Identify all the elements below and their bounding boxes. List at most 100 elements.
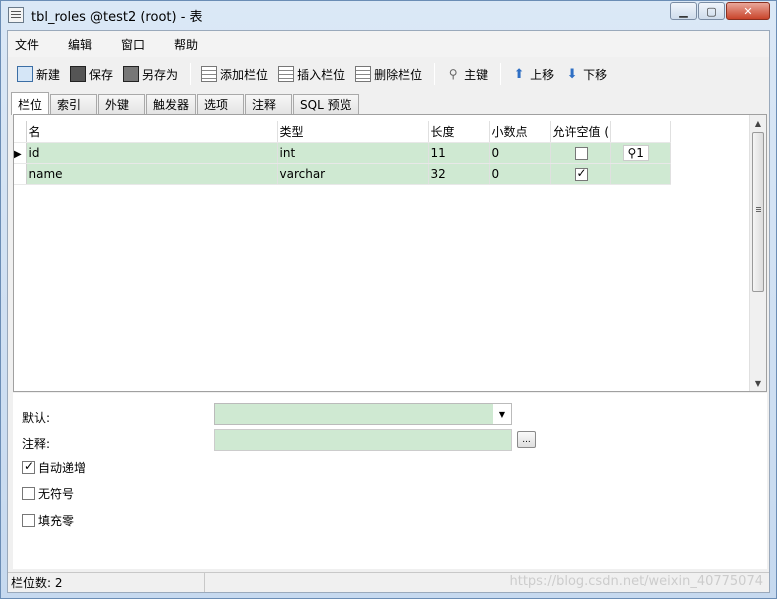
- cell-allow-null[interactable]: [550, 163, 611, 185]
- close-button[interactable]: ✕: [726, 2, 770, 20]
- menu-bar: 文件 编辑 窗口 帮助: [8, 31, 769, 57]
- default-select[interactable]: ▼: [214, 403, 512, 425]
- zerofill-option[interactable]: 填充零: [22, 512, 74, 529]
- toolbar: 新建 保存 另存为 添加栏位 插入栏位 删除栏位 ⚲ 主键 ⬆ 上移 ⬇ 下移: [8, 59, 769, 89]
- row-selector[interactable]: ▶: [14, 142, 27, 164]
- scroll-down-icon[interactable]: ▼: [750, 375, 766, 391]
- column-header-key[interactable]: [610, 121, 671, 143]
- table-icon: [8, 7, 24, 23]
- add-field-icon: [201, 66, 218, 82]
- delete-field-icon: [355, 66, 372, 82]
- menu-help[interactable]: 帮助: [167, 36, 210, 53]
- move-up-button[interactable]: ⬆ 上移: [507, 62, 558, 86]
- tab-fields[interactable]: 栏位: [11, 92, 50, 115]
- auto-increment-checkbox[interactable]: [22, 459, 35, 474]
- add-field-button[interactable]: 添加栏位: [197, 62, 272, 86]
- cell-allow-null[interactable]: [550, 142, 611, 164]
- tab-foreign-keys[interactable]: 外键: [98, 94, 146, 114]
- column-header-type[interactable]: 类型: [277, 121, 429, 143]
- toolbar-separator: [500, 63, 502, 85]
- column-header-allow-null[interactable]: 允许空值 (: [550, 121, 611, 143]
- save-as-button[interactable]: 另存为: [119, 62, 182, 86]
- primary-key-label: 主键: [464, 67, 489, 82]
- arrow-up-icon: ⬆: [513, 66, 525, 82]
- cell-length[interactable]: 32: [428, 163, 490, 185]
- close-icon: ✕: [743, 4, 753, 18]
- comment-label: 注释:: [22, 437, 51, 451]
- tab-triggers[interactable]: 触发器: [146, 94, 197, 114]
- key-order: 1: [636, 145, 644, 160]
- zerofill-checkbox[interactable]: [22, 514, 35, 527]
- row-selector[interactable]: [14, 163, 27, 185]
- app-window: tbl_roles @test2 (root) - 表 ▁ ▢ ✕ 文件 编辑 …: [0, 0, 777, 599]
- cell-name[interactable]: name: [26, 163, 278, 185]
- minimize-button[interactable]: ▁: [670, 2, 697, 20]
- save-button[interactable]: 保存: [66, 62, 117, 86]
- save-as-label: 另存为: [142, 67, 179, 82]
- window-title: tbl_roles @test2 (root) - 表: [31, 9, 203, 25]
- cell-type[interactable]: varchar: [277, 163, 429, 185]
- fields-table: 名 类型 长度 小数点 允许空值 ( ▶ id int 11 0 ⚲ 1 nam…: [14, 121, 671, 185]
- primary-key-button[interactable]: ⚲ 主键: [441, 62, 492, 86]
- cell-key[interactable]: [610, 163, 671, 185]
- status-bar: 栏位数: 2 https://blog.csdn.net/weixin_4077…: [8, 572, 769, 592]
- delete-field-button[interactable]: 删除栏位: [351, 62, 426, 86]
- toolbar-separator: [434, 63, 436, 85]
- insert-field-label: 插入栏位: [297, 67, 346, 82]
- cell-key[interactable]: ⚲ 1: [610, 142, 671, 164]
- add-field-label: 添加栏位: [220, 67, 269, 82]
- maximize-icon: ▢: [706, 4, 717, 18]
- default-label: 默认:: [22, 411, 51, 425]
- comment-input[interactable]: [214, 429, 512, 451]
- auto-increment-option[interactable]: 自动递增: [22, 459, 86, 476]
- tab-indexes[interactable]: 索引: [50, 94, 98, 114]
- chevron-down-icon[interactable]: ▼: [493, 404, 511, 424]
- save-as-icon: [123, 66, 140, 82]
- grid-scrollbar[interactable]: ▲ ▼: [749, 115, 766, 391]
- column-header-decimals[interactable]: 小数点: [489, 121, 551, 143]
- table-header-row: 名 类型 长度 小数点 允许空值 (: [14, 121, 671, 143]
- new-icon: [17, 66, 33, 82]
- maximize-button[interactable]: ▢: [698, 2, 725, 20]
- menu-window[interactable]: 窗口: [114, 36, 157, 53]
- unsigned-checkbox[interactable]: [22, 487, 35, 500]
- scroll-up-icon[interactable]: ▲: [750, 115, 766, 131]
- cell-decimals[interactable]: 0: [489, 163, 551, 185]
- arrow-down-icon: ⬇: [566, 66, 578, 82]
- insert-field-button[interactable]: 插入栏位: [274, 62, 349, 86]
- tab-options[interactable]: 选项: [197, 94, 245, 114]
- save-icon: [70, 66, 87, 82]
- tab-sql-preview[interactable]: SQL 预览: [293, 94, 359, 114]
- new-button[interactable]: 新建: [13, 62, 64, 86]
- field-count: 栏位数: 2: [8, 573, 205, 592]
- auto-increment-label: 自动递增: [38, 461, 87, 475]
- allow-null-checkbox[interactable]: [574, 146, 588, 160]
- row-selector-header: [14, 121, 27, 143]
- cell-decimals[interactable]: 0: [489, 142, 551, 164]
- table-row[interactable]: ▶ id int 11 0 ⚲ 1: [14, 142, 671, 164]
- current-row-icon: ▶: [14, 148, 22, 160]
- cell-type[interactable]: int: [277, 142, 429, 164]
- unsigned-option[interactable]: 无符号: [22, 485, 74, 502]
- minimize-icon: ▁: [679, 4, 688, 18]
- primary-key-badge: ⚲ 1: [622, 144, 649, 161]
- table-row[interactable]: name varchar 32 0: [14, 163, 671, 185]
- allow-null-checkbox[interactable]: [574, 166, 588, 181]
- column-header-length[interactable]: 长度: [428, 121, 490, 143]
- save-label: 保存: [89, 67, 114, 82]
- comment-edit-button[interactable]: ...: [517, 431, 536, 448]
- cell-length[interactable]: 11: [428, 142, 490, 164]
- column-header-name[interactable]: 名: [26, 121, 278, 143]
- zerofill-label: 填充零: [38, 514, 75, 528]
- tab-comment[interactable]: 注释: [245, 94, 293, 114]
- move-down-button[interactable]: ⬇ 下移: [560, 62, 611, 86]
- move-up-label: 上移: [530, 67, 555, 82]
- delete-field-label: 删除栏位: [374, 67, 423, 82]
- menu-file[interactable]: 文件: [8, 36, 51, 53]
- title-bar[interactable]: tbl_roles @test2 (root) - 表 ▁ ▢ ✕: [1, 1, 776, 29]
- cell-name[interactable]: id: [26, 142, 278, 164]
- fields-grid: 名 类型 长度 小数点 允许空值 ( ▶ id int 11 0 ⚲ 1 nam…: [13, 114, 767, 392]
- menu-edit[interactable]: 编辑: [61, 36, 104, 53]
- move-down-label: 下移: [583, 67, 608, 82]
- scroll-thumb[interactable]: [752, 132, 764, 292]
